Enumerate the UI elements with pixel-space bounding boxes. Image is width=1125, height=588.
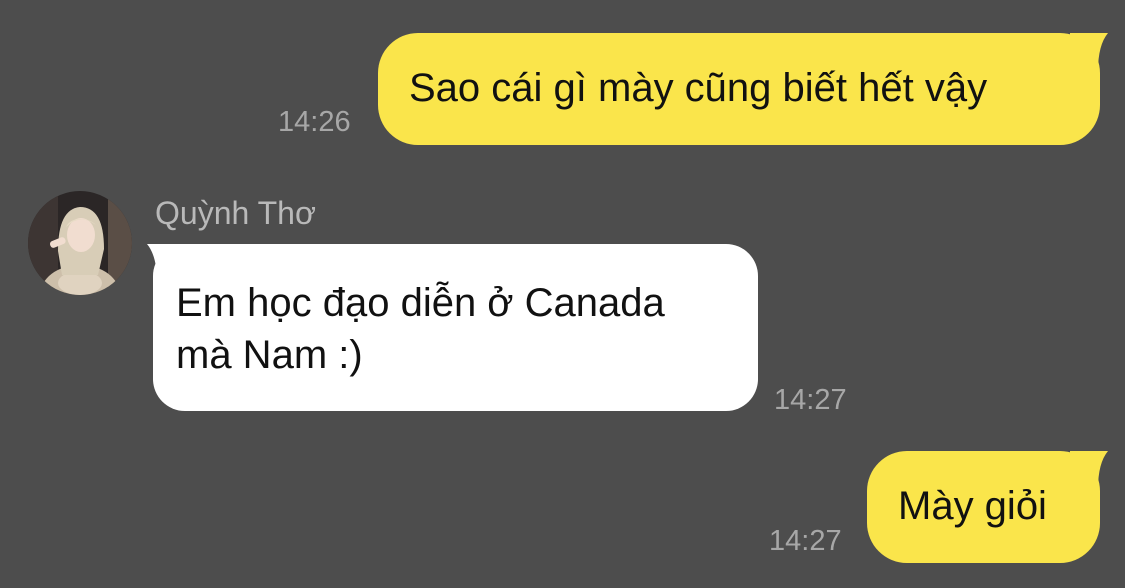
bubble-tail-icon xyxy=(1070,33,1108,71)
sender-name: Quỳnh Thơ xyxy=(155,195,316,231)
message-text: Mày giỏi xyxy=(898,484,1047,528)
message-text: Sao cái gì mày cũng biết hết vậy xyxy=(409,66,988,110)
message-timestamp: 14:26 xyxy=(278,106,351,138)
outgoing-message-bubble[interactable]: Mày giỏi xyxy=(867,451,1100,563)
avatar[interactable] xyxy=(28,191,132,295)
outgoing-message-bubble[interactable]: Sao cái gì mày cũng biết hết vậy xyxy=(378,33,1100,145)
bubble-tail-icon xyxy=(1070,451,1108,489)
incoming-message-bubble[interactable]: Em học đạo diễn ở Canada mà Nam :) xyxy=(153,244,758,411)
message-timestamp: 14:27 xyxy=(774,384,847,416)
message-timestamp: 14:27 xyxy=(769,525,842,557)
contact-avatar-icon xyxy=(28,191,132,295)
message-text: Em học đạo diễn ở Canada mà Nam :) xyxy=(176,281,665,377)
